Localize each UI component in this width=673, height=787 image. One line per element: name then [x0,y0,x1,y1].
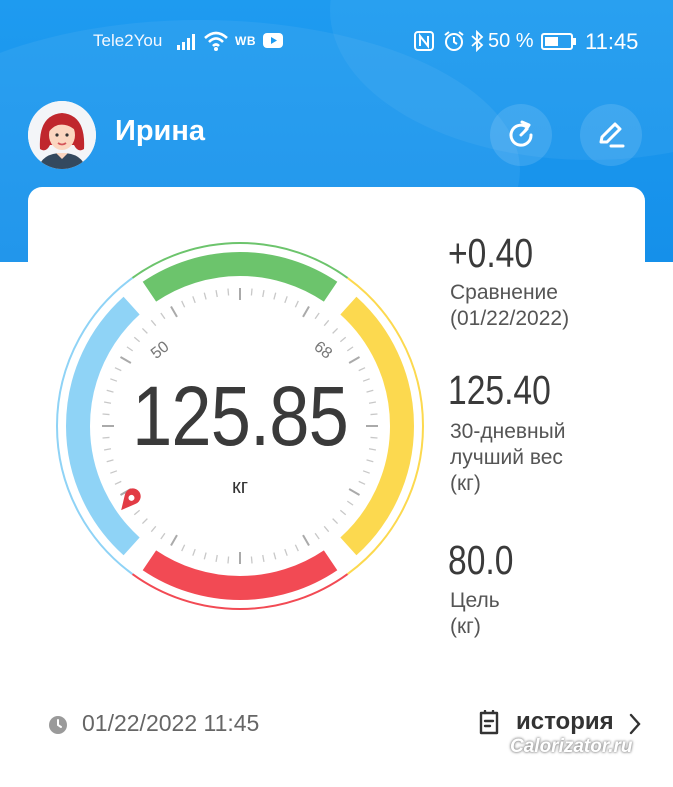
gauge-tick [227,288,230,296]
gauge-tick [294,300,299,308]
avatar-illustration [28,101,96,169]
stat-label-line: Цель [450,589,500,612]
gauge-tick [339,336,347,343]
gauge-tick [133,336,141,343]
goal-label: Цель (кг) [450,588,500,640]
chevron-right-icon [629,713,641,735]
gauge-tick [262,554,265,563]
comparison-value: +0.40 [448,230,534,276]
stat-label-line: Сравнение [450,281,558,304]
user-name: Ирина [115,115,206,147]
gauge-tick [160,312,166,320]
gauge-tick [302,534,310,547]
gauge-tick [141,518,148,525]
carrier-name: Tele2You [93,31,163,50]
gauge-tick [346,500,354,506]
gauge-tick-label: 50 [148,338,173,362]
stat-label-line: 30-дневный [450,420,566,443]
best-weight-label: 30-дневный лучший вес (кг) [450,419,565,497]
gauge-tick [227,556,230,564]
status-time: 11:45 [585,29,639,54]
battery-icon [541,33,576,50]
goal-value: 80.0 [448,537,514,583]
weight-unit: кг [231,476,249,498]
gauge-tick [302,305,310,318]
gauge-band-red [142,550,338,600]
gauge-tick-label: 68 [311,338,336,362]
wifi-icon [204,31,228,51]
gauge-tick [215,289,218,298]
measurement-datetime: 01/22/2022 11:45 [82,710,260,736]
gauge-tick [273,292,277,300]
gauge-tick [181,544,186,552]
stat-label-line: (01/22/2022) [450,307,570,330]
watermark: Calorizator.ru [510,736,633,757]
gauge-tick [119,356,132,364]
gauge-tick [203,552,207,560]
gauge-tick [314,312,320,320]
gauge-tick [348,356,361,364]
gauge-tick [332,518,339,525]
wb-label: WB [235,34,256,48]
signal-icon [177,34,195,50]
alarm-icon [444,31,464,51]
gauge-tick [160,532,166,540]
best-weight-value: 125.40 [448,367,551,413]
gauge-tick [150,525,157,533]
comparison-label: Сравнение (01/22/2022) [450,280,569,332]
gauge-tick [192,548,196,556]
gauge-tick [203,292,207,300]
gauge-tick [192,296,196,304]
gauge-tick [314,532,320,540]
gauge-tick [133,509,141,516]
gauge-tick [141,327,148,334]
clock-icon [49,716,67,734]
gauge-tick [284,548,288,556]
gauge-tick [362,470,370,474]
battery-percent: 50 % [488,30,534,52]
avatar[interactable] [28,101,96,169]
youtube-icon [263,33,283,48]
gauge-tick [323,319,330,327]
status-bar: Tele2You WB 50 % 11:45 [0,26,673,58]
history-label: история [516,708,614,735]
gauge-tick [250,288,253,296]
history-icon [479,710,499,735]
edit-button[interactable] [580,104,642,166]
gauge-tick [181,300,186,308]
gauge-tick [339,509,347,516]
gauge-tick [262,289,265,298]
gauge-tick [170,534,178,547]
stat-label-line: (кг) [450,472,481,495]
nfc-icon [414,31,434,51]
stat-label-line: лучший вес [450,446,563,469]
edit-icon [599,122,625,148]
gauge-band-green [142,252,338,302]
sync-button[interactable] [490,104,552,166]
gauge-tick [346,346,354,352]
gauge-tick [150,319,157,327]
stat-label-line: (кг) [450,615,481,638]
gauge-tick [284,296,288,304]
gauge-tick [273,552,277,560]
gauge-tick [215,554,218,563]
gauge-tick [170,305,178,318]
gauge-tick [332,327,339,334]
refresh-icon [509,120,533,147]
current-weight: 125.85 [132,369,349,463]
gauge-tick [126,346,134,352]
gauge-tick [110,470,118,474]
gauge-tick [294,544,299,552]
gauge-tick [323,525,330,533]
gauge-tick [250,556,253,564]
bluetooth-icon [471,30,484,52]
